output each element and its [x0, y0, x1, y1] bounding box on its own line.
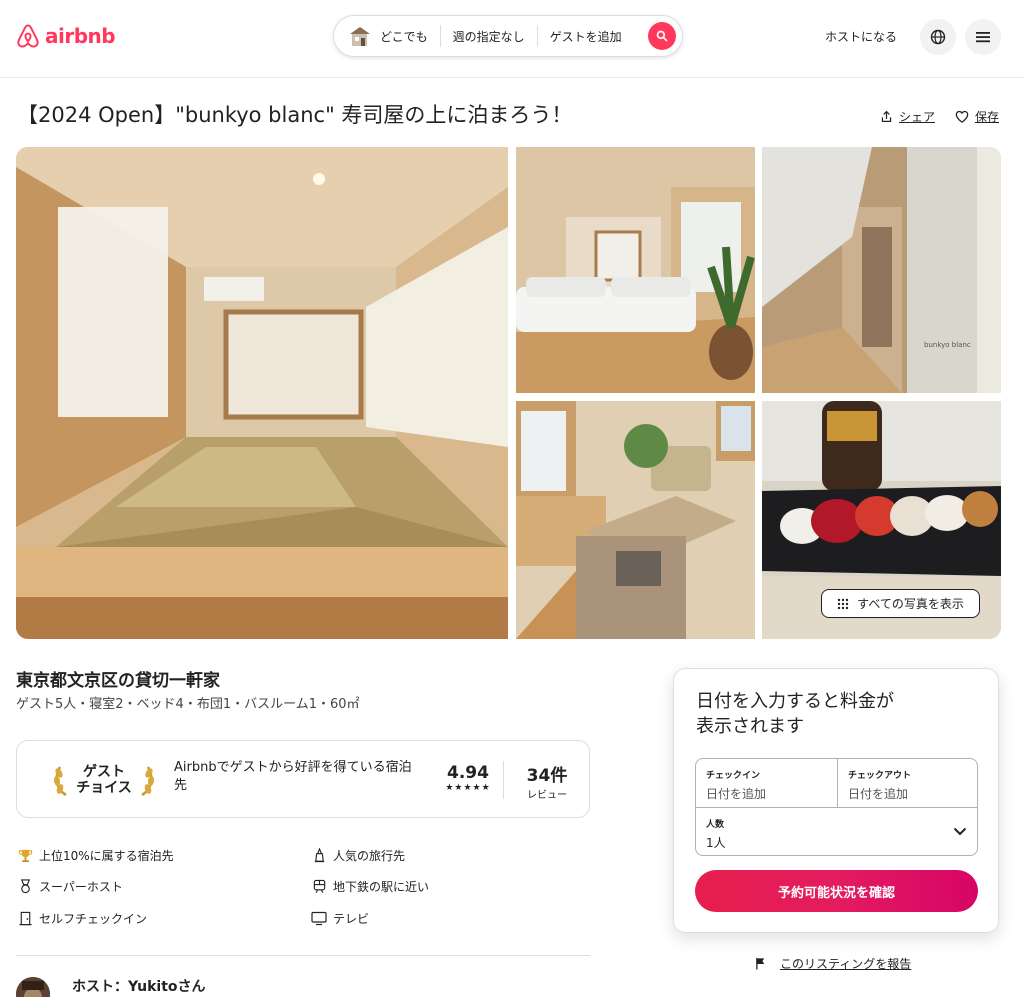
- photo-main-tatami-room[interactable]: [16, 147, 508, 639]
- check-availability-button[interactable]: 予約可能状況を確認: [695, 870, 978, 912]
- medal-icon: [17, 879, 33, 895]
- language-button[interactable]: [920, 19, 956, 55]
- listing-details: ゲスト5人・寝室2・ベッド4・布団1・バスルーム1・60㎡: [16, 697, 360, 712]
- checkout-label: チェックアウト: [848, 771, 912, 781]
- amenity-label: スーパーホスト: [39, 880, 123, 894]
- report-listing-label: このリスティングを報告: [780, 957, 912, 971]
- door-icon: [17, 911, 33, 927]
- chevron-down-icon: [953, 827, 967, 836]
- amenity-label: セルフチェックイン: [39, 912, 148, 926]
- amenity-near-subway: 地下鉄の駅に近い: [311, 878, 429, 895]
- guest-favorite-description: Airbnbでゲストから好評を得ている宿泊先: [174, 760, 412, 793]
- airbnb-logo-icon: [17, 24, 39, 48]
- guests-value: 1人: [706, 836, 726, 850]
- rating-block: 4.94 ★★★★★: [430, 763, 506, 793]
- amenity-label: 上位10%に属する宿泊先: [39, 849, 174, 863]
- badge-line-1: ゲスト: [83, 764, 125, 780]
- share-button[interactable]: シェア: [880, 108, 935, 125]
- guests-field[interactable]: 人数 1人: [706, 817, 971, 851]
- amenity-popular-destination: 人気の旅行先: [311, 847, 405, 864]
- reviews-block[interactable]: 34件 レビュー: [517, 761, 577, 801]
- field-divider-vertical: [837, 759, 838, 808]
- checkin-placeholder: 日付を追加: [706, 787, 767, 801]
- landmark-icon: [311, 848, 327, 864]
- listing-subtitle: 東京都文京区の貸切一軒家: [16, 671, 220, 691]
- guest-favorite-badge: ゲスト チョイス: [39, 759, 169, 801]
- house-icon: [350, 27, 370, 46]
- section-divider: [16, 955, 590, 956]
- trophy-icon: [17, 848, 33, 864]
- laurel-left-icon: [54, 766, 67, 797]
- save-button[interactable]: 保存: [955, 108, 999, 125]
- amenity-superhost: スーパーホスト: [17, 878, 123, 895]
- save-label: 保存: [975, 110, 1000, 124]
- photo-kitchen-living[interactable]: [516, 401, 755, 639]
- search-button[interactable]: [648, 22, 676, 50]
- search-dates[interactable]: 週の指定なし: [441, 28, 537, 45]
- globe-icon: [930, 29, 946, 45]
- photo-entrance-noren[interactable]: bunkyo blanc: [762, 147, 1001, 393]
- guest-favorite-card[interactable]: ゲスト チョイス Airbnbでゲストから好評を得ている宿泊先 4.94 ★★★…: [16, 740, 590, 818]
- booking-heading-line-2: 表示されます: [696, 716, 804, 737]
- svg-text:bunkyo blanc: bunkyo blanc: [924, 341, 971, 349]
- tv-icon: [311, 911, 327, 927]
- amenity-tv: テレビ: [311, 910, 369, 927]
- badge-line-2: チョイス: [76, 780, 132, 796]
- photo-bedroom[interactable]: [516, 147, 755, 393]
- rating-divider: [503, 761, 504, 799]
- rating-value: 4.94: [447, 763, 489, 783]
- reviews-count: 34件: [526, 766, 568, 786]
- booking-heading: 日付を入力すると料金が 表示されます: [696, 689, 894, 739]
- rating-stars: ★★★★★: [445, 783, 491, 793]
- checkout-placeholder: 日付を追加: [848, 787, 909, 801]
- airbnb-logo[interactable]: airbnb: [15, 22, 116, 50]
- grid-dots-icon: [837, 598, 849, 609]
- hamburger-menu-icon: [976, 32, 990, 43]
- search-location[interactable]: どこでも: [380, 28, 440, 45]
- booking-fields: チェックイン 日付を追加 チェックアウト 日付を追加 人数 1人: [695, 758, 978, 856]
- booking-card: 日付を入力すると料金が 表示されます チェックイン 日付を追加 チェックアウト …: [673, 668, 999, 933]
- search-guests[interactable]: ゲストを追加: [538, 28, 634, 45]
- train-icon: [311, 879, 327, 895]
- menu-button[interactable]: [965, 19, 1001, 55]
- checkout-field[interactable]: チェックアウト 日付を追加: [848, 768, 911, 802]
- amenity-label: テレビ: [333, 912, 370, 926]
- laurel-right-icon: [141, 766, 154, 797]
- field-divider-horizontal: [696, 807, 977, 808]
- listing-title: 【2024 Open】"bunkyo blanc" 寿司屋の上に泊まろう！: [17, 103, 573, 127]
- reviews-label: レビュー: [527, 790, 567, 801]
- become-host-link[interactable]: ホストになる: [825, 28, 897, 45]
- host-avatar[interactable]: [16, 977, 50, 997]
- show-all-photos-button[interactable]: すべての写真を表示: [821, 589, 980, 618]
- search-bar[interactable]: どこでも 週の指定なし ゲストを追加: [333, 15, 683, 57]
- guests-label: 人数: [706, 820, 725, 830]
- share-label: シェア: [899, 110, 936, 124]
- flag-icon: [756, 957, 765, 970]
- booking-heading-line-1: 日付を入力すると料金が: [696, 691, 894, 712]
- host-name: ホスト：Yukitoさん: [72, 979, 206, 995]
- report-listing-link[interactable]: このリスティングを報告: [755, 955, 911, 972]
- amenity-label: 人気の旅行先: [333, 849, 406, 863]
- airbnb-logo-text: airbnb: [45, 24, 116, 48]
- amenity-self-checkin: セルフチェックイン: [17, 910, 147, 927]
- checkin-field[interactable]: チェックイン 日付を追加: [706, 768, 766, 802]
- amenity-top-10: 上位10%に属する宿泊先: [17, 847, 174, 864]
- heart-icon: [955, 110, 969, 123]
- amenity-label: 地下鉄の駅に近い: [333, 880, 430, 894]
- show-all-photos-label: すべての写真を表示: [857, 597, 964, 611]
- checkin-label: チェックイン: [706, 771, 761, 781]
- share-icon: [881, 110, 892, 122]
- search-icon: [656, 30, 668, 42]
- site-header: airbnb どこでも 週の指定なし ゲストを追加 ホストになる: [0, 0, 1024, 78]
